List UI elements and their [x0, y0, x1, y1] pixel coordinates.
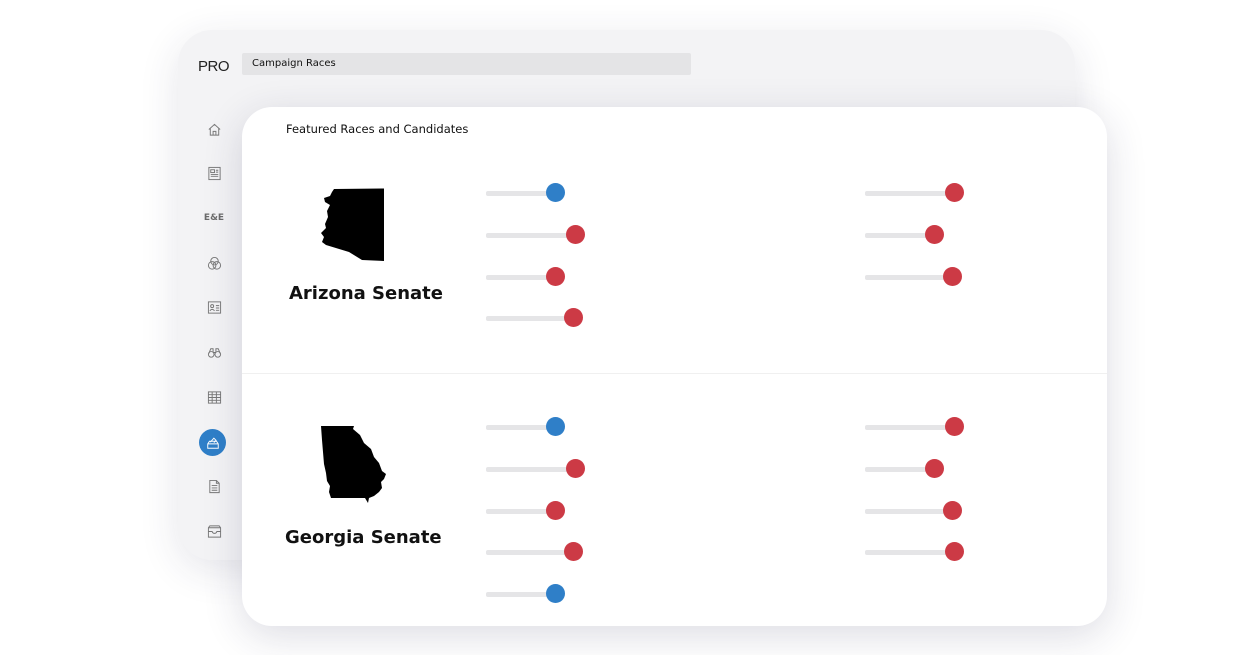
inbox-icon[interactable]	[203, 520, 225, 542]
search-text: Campaign Races	[252, 58, 336, 69]
table-icon[interactable]	[203, 386, 225, 408]
candidate-row[interactable]	[865, 501, 967, 521]
candidate-bar	[486, 509, 548, 514]
republican-party-dot	[564, 308, 583, 327]
candidate-row[interactable]	[486, 308, 588, 328]
candidate-bar	[865, 275, 945, 280]
republican-party-dot	[943, 501, 962, 520]
candidate-row[interactable]	[865, 542, 969, 562]
republican-party-dot	[546, 501, 565, 520]
search-input[interactable]: Campaign Races	[242, 53, 691, 75]
candidate-bar	[486, 191, 548, 196]
candidate-bar	[865, 467, 927, 472]
document-icon[interactable]	[203, 475, 225, 497]
republican-party-dot	[566, 459, 585, 478]
featured-races-panel: Featured Races and Candidates Arizona Se…	[242, 107, 1107, 626]
candidate-bar	[486, 316, 566, 321]
candidate-row[interactable]	[486, 267, 570, 287]
candidate-bar	[486, 233, 568, 238]
race-name: Georgia Senate	[285, 527, 442, 548]
candidate-bar	[865, 233, 927, 238]
republican-party-dot	[945, 542, 964, 561]
candidate-bar	[865, 550, 947, 555]
candidate-bar	[486, 592, 548, 597]
republican-party-dot	[925, 459, 944, 478]
home-icon[interactable]	[203, 118, 225, 140]
logo: PRO	[198, 58, 230, 75]
candidate-row[interactable]	[865, 417, 969, 437]
venn-icon[interactable]	[203, 252, 225, 274]
republican-party-dot	[566, 225, 585, 244]
candidate-bar	[865, 425, 947, 430]
democrat-party-dot	[546, 417, 565, 436]
candidate-bar	[486, 425, 548, 430]
ballot-box-icon[interactable]	[199, 429, 226, 456]
binoculars-icon[interactable]	[203, 341, 225, 363]
candidate-row[interactable]	[865, 459, 949, 479]
republican-party-dot	[943, 267, 962, 286]
republican-party-dot	[564, 542, 583, 561]
candidate-row[interactable]	[486, 417, 570, 437]
republican-party-dot	[945, 183, 964, 202]
democrat-party-dot	[546, 183, 565, 202]
race-divider	[242, 373, 1107, 374]
candidate-row[interactable]	[865, 225, 949, 245]
candidate-row[interactable]	[486, 225, 590, 245]
candidate-row[interactable]	[486, 542, 588, 562]
panel-title: Featured Races and Candidates	[286, 122, 469, 136]
candidate-bar	[486, 275, 548, 280]
candidate-bar	[486, 467, 568, 472]
candidate-bar	[865, 191, 947, 196]
candidate-row[interactable]	[486, 501, 570, 521]
newspaper-icon[interactable]	[203, 162, 225, 184]
georgia-map-icon	[321, 426, 386, 503]
eae-icon[interactable]: E&E	[203, 207, 225, 229]
republican-party-dot	[925, 225, 944, 244]
republican-party-dot	[945, 417, 964, 436]
candidate-row[interactable]	[865, 267, 967, 287]
id-card-icon[interactable]	[203, 296, 225, 318]
candidate-bar	[486, 550, 566, 555]
candidate-row[interactable]	[486, 183, 570, 203]
candidate-row[interactable]	[486, 584, 570, 604]
arizona-map-icon	[321, 188, 384, 261]
race-name: Arizona Senate	[289, 283, 443, 304]
candidate-row[interactable]	[865, 183, 969, 203]
democrat-party-dot	[546, 584, 565, 603]
republican-party-dot	[546, 267, 565, 286]
candidate-row[interactable]	[486, 459, 590, 479]
candidate-bar	[865, 509, 945, 514]
